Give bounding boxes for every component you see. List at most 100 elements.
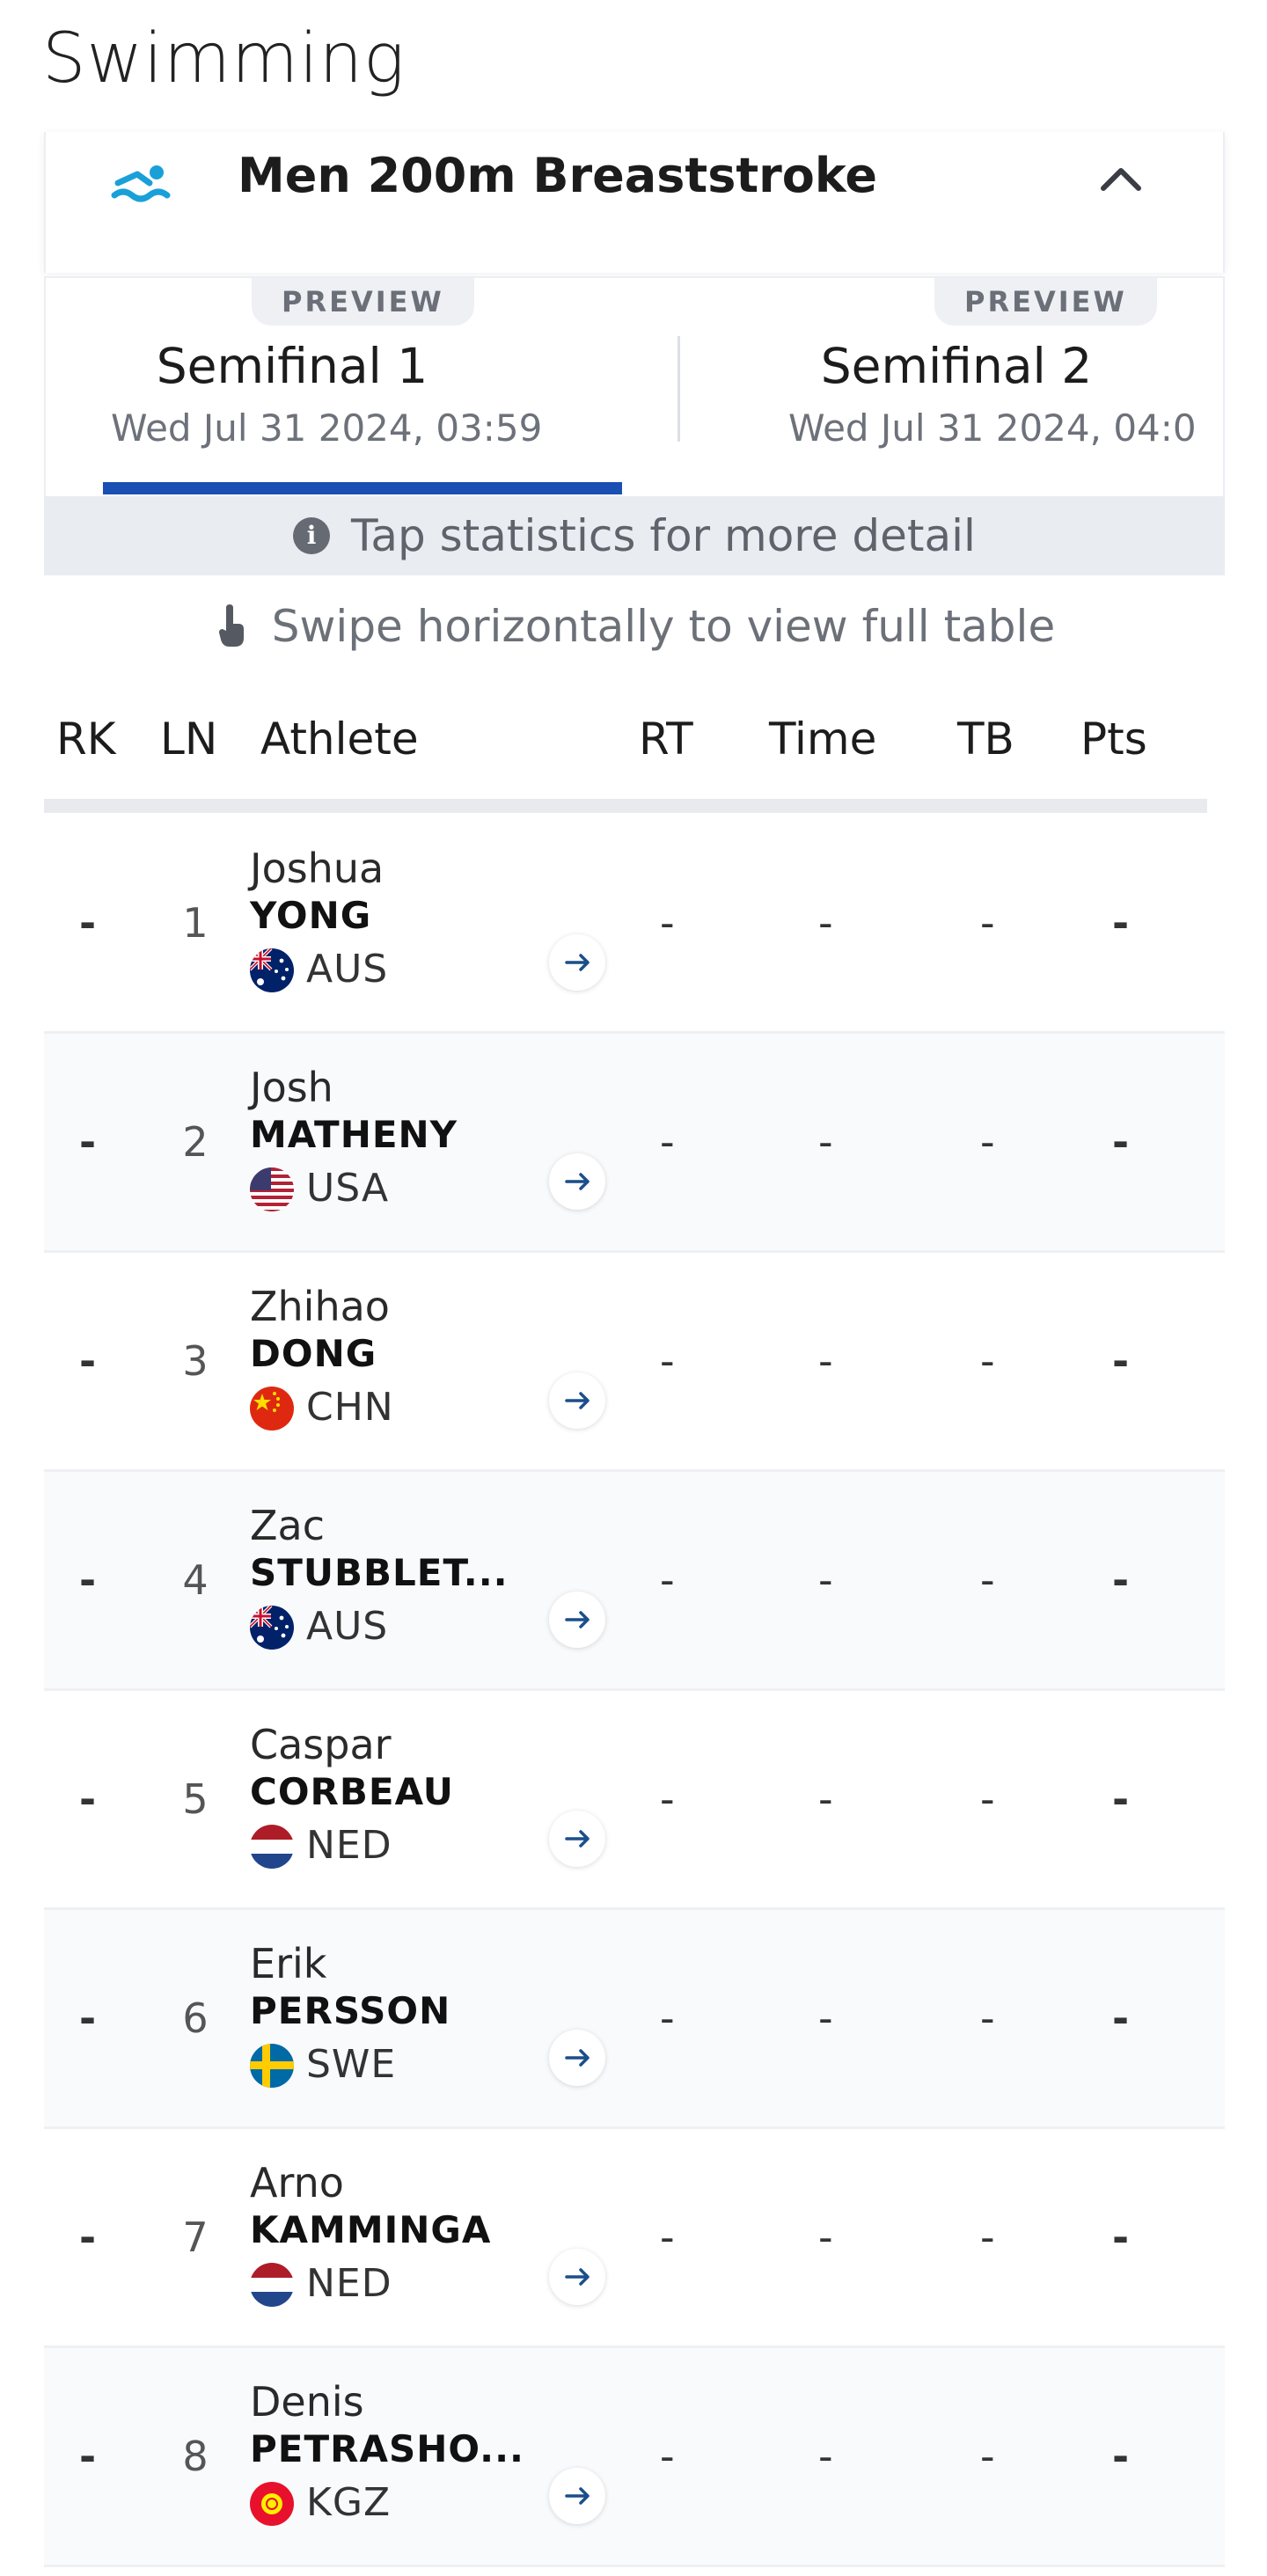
athlete-first-name: Josh bbox=[250, 1064, 333, 1111]
country-code: SWE bbox=[306, 2042, 397, 2087]
info-icon: i bbox=[293, 517, 331, 554]
event-name: Men 200m Breaststroke bbox=[238, 148, 877, 203]
column-tb[interactable]: TB bbox=[957, 704, 1014, 774]
tb-cell: - bbox=[980, 2433, 995, 2480]
table-row[interactable]: - 6 Erik PERSSON SWE - - - - bbox=[44, 1910, 1225, 2129]
rank-cell: - bbox=[79, 1118, 97, 1166]
athlete-last-name: YONG bbox=[250, 894, 372, 937]
country-code: NED bbox=[306, 2261, 392, 2306]
flag-aus-icon bbox=[250, 948, 294, 992]
arrow-right-icon[interactable] bbox=[549, 934, 605, 991]
arrow-right-icon[interactable] bbox=[549, 2249, 605, 2305]
rank-cell: - bbox=[79, 1994, 97, 2042]
column-rt[interactable]: RT bbox=[639, 704, 693, 774]
athlete-last-name: KAMMINGA bbox=[250, 2208, 492, 2251]
header-divider bbox=[44, 799, 1207, 813]
rank-cell: - bbox=[79, 1775, 97, 1823]
athlete-last-name: DONG bbox=[250, 1332, 377, 1375]
country-code: NED bbox=[306, 1823, 392, 1868]
athlete-last-name: STUBBLET... bbox=[250, 1551, 509, 1594]
heat-tabs: PREVIEW Semifinal 1 Wed Jul 31 2024, 03:… bbox=[44, 276, 1225, 496]
tb-cell: - bbox=[980, 1994, 995, 2042]
table-row[interactable]: - 5 Caspar CORBEAU NED - - - - bbox=[44, 1691, 1225, 1910]
country-code: AUS bbox=[306, 947, 389, 992]
table-row[interactable]: - 8 Denis PETRASHO... KGZ - - - - bbox=[44, 2348, 1225, 2567]
arrow-right-icon[interactable] bbox=[549, 1811, 605, 1867]
flag-usa-icon bbox=[250, 1167, 294, 1211]
pts-cell: - bbox=[1112, 2433, 1130, 2480]
column-time[interactable]: Time bbox=[769, 704, 876, 774]
table-row[interactable]: - 4 Zac STUBBLET... AUS - - - - bbox=[44, 1472, 1225, 1691]
pts-cell: - bbox=[1112, 1556, 1130, 1604]
table-row[interactable]: - 2 Josh MATHENY USA - - - - bbox=[44, 1034, 1225, 1253]
country-code: KGZ bbox=[306, 2480, 392, 2525]
arrow-right-icon[interactable] bbox=[549, 1153, 605, 1210]
pts-cell: - bbox=[1112, 1337, 1130, 1385]
chevron-up-icon[interactable] bbox=[1095, 153, 1147, 206]
time-cell: - bbox=[818, 1337, 833, 1385]
lane-cell: 3 bbox=[182, 1337, 209, 1385]
tb-cell: - bbox=[980, 1118, 995, 1166]
flag-ned-icon bbox=[250, 1825, 294, 1869]
tab-semifinal-2[interactable]: PREVIEW Semifinal 2 Wed Jul 31 2024, 04:… bbox=[679, 278, 1223, 496]
column-pts[interactable]: Pts bbox=[1080, 704, 1147, 774]
tab-semifinal-1[interactable]: PREVIEW Semifinal 1 Wed Jul 31 2024, 03:… bbox=[46, 278, 679, 496]
rt-cell: - bbox=[660, 2214, 675, 2261]
rt-cell: - bbox=[660, 1556, 675, 1604]
swipe-hint: Swipe horizontally to view full table bbox=[0, 591, 1267, 662]
athlete-last-name: PETRASHO... bbox=[250, 2427, 525, 2470]
preview-badge: PREVIEW bbox=[252, 278, 474, 326]
rank-cell: - bbox=[79, 2214, 97, 2261]
time-cell: - bbox=[818, 899, 833, 947]
athlete-first-name: Caspar bbox=[250, 1721, 392, 1768]
rt-cell: - bbox=[660, 1775, 675, 1823]
table-row[interactable]: - 7 Arno KAMMINGA NED - - - - bbox=[44, 2129, 1225, 2348]
athlete-last-name: PERSSON bbox=[250, 1989, 451, 2032]
pts-cell: - bbox=[1112, 899, 1130, 947]
athlete-first-name: Joshua bbox=[250, 845, 384, 892]
pts-cell: - bbox=[1112, 1775, 1130, 1823]
lane-cell: 6 bbox=[182, 1994, 209, 2042]
athlete-first-name: Zhihao bbox=[250, 1283, 390, 1330]
athlete-first-name: Zac bbox=[250, 1502, 325, 1549]
table-row[interactable]: - 3 Zhihao DONG CHN - - - - bbox=[44, 1253, 1225, 1472]
lane-cell: 5 bbox=[182, 1775, 209, 1823]
swipe-text: Swipe horizontally to view full table bbox=[271, 601, 1056, 652]
arrow-right-icon[interactable] bbox=[549, 1592, 605, 1648]
lane-cell: 2 bbox=[182, 1118, 209, 1166]
rank-cell: - bbox=[79, 1556, 97, 1604]
time-cell: - bbox=[818, 1775, 833, 1823]
rt-cell: - bbox=[660, 1337, 675, 1385]
table-header: RK LN Athlete RT Time TB Pts bbox=[44, 704, 1207, 792]
time-cell: - bbox=[818, 1994, 833, 2042]
swimmer-icon bbox=[111, 164, 176, 202]
event-card[interactable]: Men 200m Breaststroke bbox=[44, 132, 1225, 273]
flag-swe-icon bbox=[250, 2044, 294, 2088]
info-text: Tap statistics for more detail bbox=[351, 510, 976, 561]
column-athlete[interactable]: Athlete bbox=[260, 704, 419, 774]
tb-cell: - bbox=[980, 2214, 995, 2261]
arrow-right-icon[interactable] bbox=[549, 2030, 605, 2086]
rank-cell: - bbox=[79, 2433, 97, 2480]
athlete-first-name: Arno bbox=[250, 2159, 344, 2206]
time-cell: - bbox=[818, 1556, 833, 1604]
athlete-last-name: MATHENY bbox=[250, 1113, 458, 1156]
flag-ned-icon bbox=[250, 2263, 294, 2307]
column-ln[interactable]: LN bbox=[160, 704, 217, 774]
arrow-right-icon[interactable] bbox=[549, 2468, 605, 2524]
athlete-first-name: Erik bbox=[250, 1940, 327, 1987]
column-rk[interactable]: RK bbox=[56, 704, 116, 774]
table-row[interactable]: - 1 Joshua YONG AUS - - - - bbox=[44, 815, 1225, 1034]
athlete-last-name: CORBEAU bbox=[250, 1770, 454, 1813]
flag-aus-icon bbox=[250, 1606, 294, 1650]
lane-cell: 8 bbox=[182, 2433, 209, 2480]
time-cell: - bbox=[818, 2433, 833, 2480]
selected-tab-indicator bbox=[103, 482, 622, 494]
tab-title: Semifinal 2 bbox=[820, 338, 1093, 394]
rank-cell: - bbox=[79, 1337, 97, 1385]
time-cell: - bbox=[818, 1118, 833, 1166]
tab-title: Semifinal 1 bbox=[156, 338, 428, 394]
tb-cell: - bbox=[980, 1556, 995, 1604]
arrow-right-icon[interactable] bbox=[549, 1372, 605, 1429]
lane-cell: 1 bbox=[182, 899, 209, 947]
